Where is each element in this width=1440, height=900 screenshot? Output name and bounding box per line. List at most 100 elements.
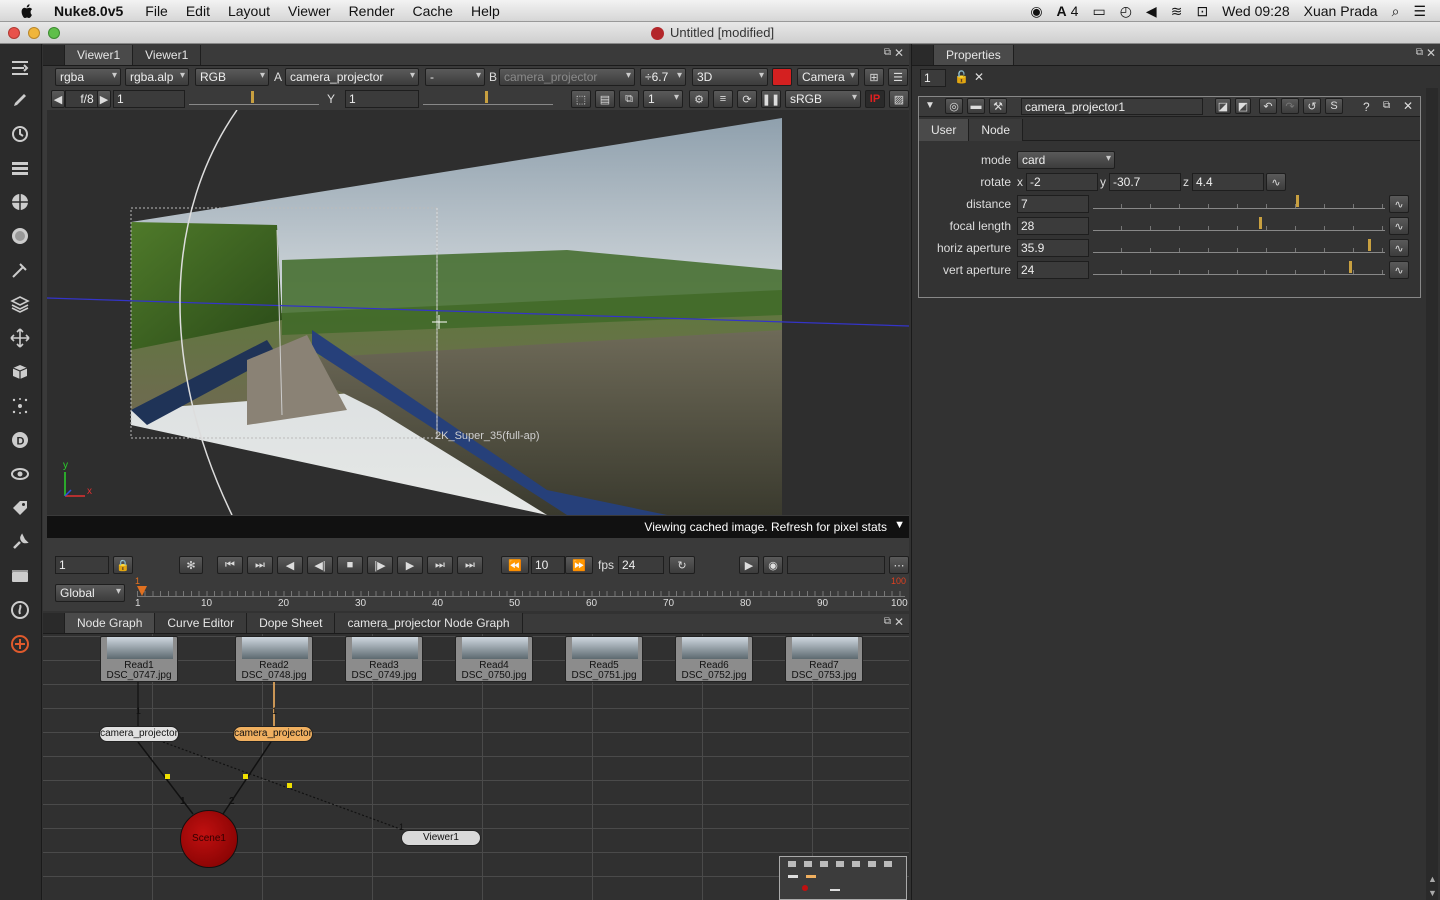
tab-camera-projector-node-graph[interactable]: camera_projector Node Graph [335,613,523,633]
rotate-x-field[interactable]: -2 [1026,173,1098,191]
close-node-icon[interactable]: ✕ [1403,99,1413,113]
timeline-settings-icon[interactable]: ⋯ [889,556,909,574]
play-forward-button[interactable]: |▶ [367,556,393,574]
script-icon[interactable]: S [1325,98,1343,114]
wifi-icon[interactable]: ≋ [1171,3,1183,20]
downscale-dropdown[interactable]: 1 [643,90,683,108]
merge-icon[interactable] [8,292,32,316]
gl-icon[interactable]: ⚙ [689,90,709,108]
user-name[interactable]: Xuan Prada [1304,3,1378,19]
tab-node[interactable]: Node [969,119,1024,141]
prev-frame-button[interactable]: ◀ [277,556,303,574]
read2-node[interactable]: Read2 DSC_0748.jpg [235,636,313,682]
other-icon[interactable] [8,564,32,588]
menu-help[interactable]: Help [471,3,500,19]
float-panel-icon[interactable]: ⧉ [1416,47,1423,58]
skip-back-button[interactable]: ⏪ [501,556,529,574]
prev-keyframe-button[interactable]: ⏭ [247,556,273,574]
fstop-prev-button[interactable]: ◀ [51,90,65,108]
battery-icon[interactable]: ▭ [1092,3,1105,20]
viewer-settings-icon[interactable]: ☰ [888,68,908,86]
views-icon[interactable] [8,462,32,486]
menu-viewer[interactable]: Viewer [288,3,331,19]
channel-icon[interactable] [8,156,32,180]
menu-layout[interactable]: Layout [228,3,270,19]
input-process-button[interactable]: IP [865,90,885,108]
focal-length-field[interactable]: 28 [1017,217,1089,235]
volume-icon[interactable]: ◀ [1146,3,1157,20]
gamma-slider[interactable] [423,91,553,105]
play-backward-button[interactable]: ◀| [307,556,333,574]
close-panel-icon[interactable]: ✕ [1426,46,1436,60]
lut-dropdown[interactable]: sRGB [785,90,861,108]
time-machine-icon[interactable]: ◴ [1120,3,1132,20]
node-graph-canvas[interactable]: Read1 DSC_0747.jpg Read2 DSC_0748.jpg Read… [43,634,909,900]
gain-field[interactable]: 1 [113,90,185,108]
metadata-icon[interactable] [8,496,32,520]
node-graph-minimap[interactable] [779,856,907,900]
evernote-icon[interactable]: ◉ [1030,3,1042,20]
status-collapse-icon[interactable]: ▼ [894,519,905,531]
frame-range-dropdown[interactable]: Global [55,584,125,602]
rotate-animation-icon[interactable]: ∿ [1266,173,1286,191]
next-keyframe-button[interactable]: ⏭ [427,556,453,574]
rotate-y-field[interactable]: -30.7 [1109,173,1181,191]
read5-node[interactable]: Read5 DSC_0751.jpg [565,636,643,682]
panel-grip[interactable] [912,45,934,65]
clear-panels-icon[interactable]: ✕ [974,70,984,84]
filter-icon[interactable] [8,224,32,248]
menubar-clock[interactable]: Wed 09:28 [1222,3,1289,19]
center-node-icon[interactable]: ◎ [945,98,963,114]
distance-field[interactable]: 7 [1017,195,1089,213]
wipe-mode-dropdown[interactable]: - [425,68,485,86]
read3-node[interactable]: Read3 DSC_0749.jpg [345,636,423,682]
camera-dropdown[interactable]: Camera [797,68,859,86]
furnace-icon[interactable] [8,598,32,622]
camera-lock-button[interactable] [772,68,792,86]
color-chip-icon[interactable]: ▬ [967,98,985,114]
clipping-warning-icon[interactable]: ▤ [595,90,615,108]
properties-scrollbar[interactable]: ▲ ▼ [1426,88,1438,900]
refresh-icon[interactable]: ⟳ [737,90,757,108]
read4-node[interactable]: Read4 DSC_0750.jpg [455,636,533,682]
menu-render[interactable]: Render [349,3,395,19]
focal-length-slider[interactable] [1093,217,1385,231]
collapse-icon[interactable]: ▼ [925,100,935,111]
horiz-aperture-field[interactable]: 35.9 [1017,239,1089,257]
transform-icon[interactable] [8,326,32,350]
alpha-channel-dropdown[interactable]: rgba.alp [125,68,189,86]
first-frame-button[interactable]: ⏮ [217,556,243,574]
float-panel-icon[interactable]: ⧉ [884,616,891,627]
wipe-overlay-icon[interactable]: ▨ [889,90,909,108]
undo-icon[interactable]: ↶ [1259,98,1277,114]
deep-icon[interactable]: D [8,428,32,452]
channels-dropdown[interactable]: rgba [55,68,121,86]
b-input-dropdown[interactable]: camera_projector [499,68,635,86]
fstop-next-button[interactable]: ▶ [97,90,111,108]
proxy-icon[interactable]: ⧉ [619,90,639,108]
revert-knobs-icon[interactable]: ↺ [1303,98,1321,114]
float-node-icon[interactable]: ⧉ [1383,100,1390,111]
last-frame-button[interactable]: ⏭ [457,556,483,574]
mode-dropdown[interactable]: card [1017,151,1115,169]
rotate-z-field[interactable]: 4.4 [1192,173,1264,191]
playhead-marker[interactable] [137,586,147,596]
float-panel-icon[interactable]: ⧉ [884,47,891,58]
fps-field[interactable]: 24 [618,556,664,574]
next-frame-button[interactable]: ▶ [397,556,423,574]
viewer-viewport[interactable]: 2K_Super_35(full-ap) y x [47,110,909,515]
menu-cache[interactable]: Cache [412,3,452,19]
flipbook-icon[interactable]: ▶ [739,556,759,574]
record-icon[interactable]: ◉ [763,556,783,574]
camera-projector-node-2[interactable]: camera_projector [233,726,313,742]
menu-file[interactable]: File [145,3,168,19]
tab-viewer1[interactable]: Viewer1 [65,45,134,65]
time-icon[interactable] [8,122,32,146]
spotlight-icon[interactable]: ⌕ [1392,3,1400,20]
help-icon[interactable]: ? [1363,100,1370,114]
tab-node-graph[interactable]: Node Graph [65,613,156,633]
menu-edit[interactable]: Edit [186,3,210,19]
tool-icon[interactable]: ⚒ [989,98,1007,114]
roi-toggle-icon[interactable]: ⬚ [571,90,591,108]
max-panels-field[interactable]: 1 [920,69,946,87]
